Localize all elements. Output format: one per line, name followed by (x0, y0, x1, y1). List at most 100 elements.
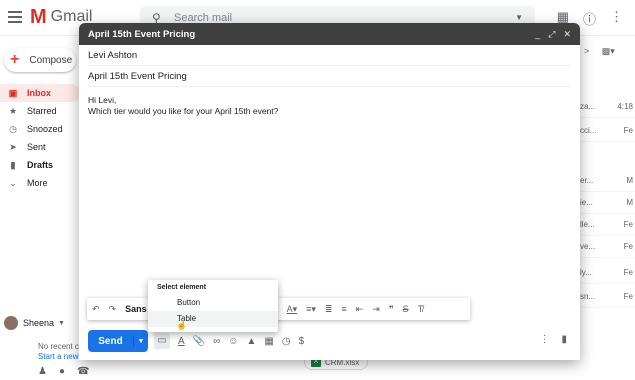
redo-icon[interactable]: ↷ (109, 304, 117, 315)
undo-icon[interactable]: ↶ (92, 304, 100, 315)
list-item[interactable]: sn... Fe (580, 286, 635, 308)
date: Fe (623, 242, 633, 251)
compose-button[interactable]: + Compose (4, 48, 76, 72)
list-item[interactable]: za... 4:18 (580, 96, 635, 118)
menu-icon[interactable] (8, 11, 22, 23)
date: M (626, 176, 633, 185)
nav-item-more[interactable]: ⌄ More (0, 174, 80, 192)
nav-item-drafts[interactable]: ▮ Drafts (0, 156, 80, 174)
chevron-down-icon[interactable]: ▼ (58, 320, 65, 327)
list-item[interactable]: lle... Fe (580, 214, 635, 236)
date: Fe (623, 268, 633, 277)
attach-icon[interactable]: 📎 (193, 336, 205, 347)
clear-formatting-icon[interactable]: T̸ (418, 304, 424, 314)
link-icon[interactable]: ∞ (213, 336, 220, 347)
subject-field[interactable]: April 15th Event Pricing (88, 66, 571, 87)
date: M (626, 198, 633, 207)
start-new-link[interactable]: Start a new (38, 352, 78, 361)
emoji-icon[interactable]: ☺ (228, 336, 238, 347)
snippet: ie... (580, 198, 593, 207)
hangouts-icons: ♟ ● ☎ (38, 366, 89, 377)
confidential-icon[interactable]: ◷ (282, 336, 291, 347)
date: Fe (623, 292, 633, 301)
numbered-list-icon[interactable]: ≣ (325, 304, 333, 315)
body-line: Hi Levi, (88, 95, 117, 105)
nav-label: Drafts (27, 160, 54, 170)
list-item[interactable]: cci... Fe (580, 120, 635, 142)
compose-header[interactable]: April 15th Event Pricing _ ⤢ ✕ (79, 23, 580, 45)
person-icon[interactable]: ♟ (38, 366, 47, 377)
snippet: ly... (580, 268, 592, 277)
nav-label: Snoozed (27, 124, 63, 134)
indent-more-icon[interactable]: ⇥ (372, 304, 380, 315)
send-options-icon[interactable]: ▼ (134, 338, 148, 345)
list-item[interactable]: ie... M (580, 192, 635, 214)
formatting-options-icon[interactable]: A (178, 336, 185, 347)
quote-icon[interactable]: ❞ (389, 304, 394, 315)
send-label: Send (88, 335, 134, 347)
message-list: > ▩▾ za... 4:18 cci... Fe er... M ie... M ll… (580, 36, 635, 380)
trash-icon[interactable]: ▮ (561, 334, 567, 345)
snippet: sn... (580, 292, 596, 301)
snippet: za... (580, 102, 596, 111)
nav-item-snoozed[interactable]: ◷ Snoozed (0, 120, 80, 138)
list-item[interactable]: er... M (580, 170, 635, 192)
draft-icon: ▮ (10, 159, 16, 170)
bulleted-list-icon[interactable]: ≡ (341, 304, 346, 314)
nav-item-inbox[interactable]: ▣ Inbox (0, 84, 80, 102)
nav-item-starred[interactable]: ★ Starred (0, 102, 80, 120)
minimize-icon[interactable]: _ (535, 29, 540, 39)
snippet: er... (580, 176, 594, 185)
no-recent-text: No recent c (38, 342, 79, 351)
image-icon[interactable]: ▦ (264, 336, 273, 347)
send-icon: ➤ (9, 141, 17, 152)
nav-label: More (27, 178, 48, 188)
phone-icon[interactable]: ☎ (77, 366, 89, 377)
plus-icon: + (10, 51, 20, 68)
date: 4:18 (617, 102, 633, 111)
nav-label: Inbox (27, 88, 51, 98)
more-options-icon[interactable]: ⋮ (539, 334, 549, 345)
date: Fe (623, 220, 633, 229)
option-table[interactable]: Table (148, 311, 278, 327)
list-item[interactable]: ve... Fe (580, 236, 635, 258)
gmail-m-icon: M (30, 6, 47, 28)
hand-cursor-icon: ☝ (176, 320, 188, 330)
compose-title: April 15th Event Pricing (88, 28, 196, 40)
date: Fe (623, 126, 633, 135)
search-options-icon[interactable]: ▼ (515, 13, 523, 22)
clock-icon: ◷ (9, 123, 17, 134)
list-toolbar[interactable]: > ▩▾ (584, 46, 615, 57)
help-icon[interactable]: ⓘ (583, 9, 596, 28)
align-icon[interactable]: ≡▾ (306, 304, 316, 315)
compose-tools: ▭ A 📎 ∞ ☺ ▲ ▦ ◷ $ (154, 333, 304, 349)
layout-element-icon[interactable]: ▭ (154, 333, 170, 349)
chat-icon[interactable]: ● (59, 366, 65, 377)
apps-icon[interactable]: ⋮ (610, 9, 623, 28)
snippet: lle... (580, 220, 595, 229)
send-button[interactable]: Send ▼ (88, 330, 148, 352)
strikethrough-icon[interactable]: S (403, 304, 409, 314)
star-icon: ★ (8, 105, 18, 116)
option-button[interactable]: Button (148, 295, 278, 311)
nav-item-sent[interactable]: ➤ Sent (0, 138, 80, 156)
to-field[interactable]: Levi Ashton (88, 45, 571, 66)
snippet: cci... (580, 126, 597, 135)
text-color-icon[interactable]: A▾ (287, 304, 298, 315)
user-name: Sheena (23, 318, 55, 328)
drive-icon[interactable]: ▲ (246, 336, 256, 347)
compose-label: Compose (29, 54, 73, 66)
message-body[interactable]: Hi Levi, Which tier would you like for y… (88, 95, 571, 117)
hangouts-user[interactable]: Sheena ▼ (4, 316, 65, 330)
expand-icon[interactable]: ⤢ (548, 29, 555, 40)
dollar-icon[interactable]: $ (299, 336, 305, 347)
close-icon[interactable]: ✕ (563, 29, 571, 40)
popup-header: Select element (157, 284, 207, 291)
select-element-popup: Select element Button Table (148, 280, 278, 332)
compose-bottom-bar: Send ▼ ▭ A 📎 ∞ ☺ ▲ ▦ ◷ $ ⋮ ▮ (88, 330, 571, 352)
font-select[interactable]: Sans (125, 304, 147, 314)
snippet: ve... (580, 242, 596, 251)
chevron-down-icon: ⌄ (9, 177, 17, 188)
list-item[interactable]: ly... Fe (580, 262, 635, 284)
indent-less-icon[interactable]: ⇤ (356, 304, 364, 315)
